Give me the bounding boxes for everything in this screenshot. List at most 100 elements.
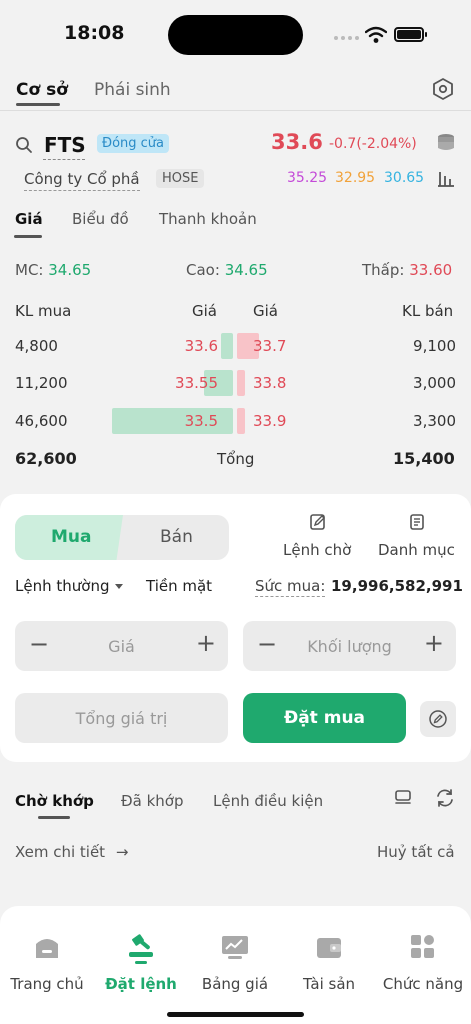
wallet-icon — [317, 938, 341, 958]
buy-price[interactable]: 33.55 — [175, 370, 218, 396]
orderbook-row: 4,800 33.6 33.7 9,100 — [0, 333, 471, 359]
nav-functions-label: Chức năng — [382, 975, 464, 993]
grid-icon — [411, 935, 434, 958]
header-sell-price: Giá — [253, 302, 278, 320]
buy-volume: 46,600 — [15, 412, 68, 430]
refresh-icon[interactable] — [434, 787, 456, 809]
current-price: 33.6 — [271, 130, 323, 154]
reference-price: 32.95 — [335, 170, 376, 186]
quick-edit-button[interactable] — [420, 701, 456, 737]
stock-symbol[interactable]: FTS — [44, 133, 86, 157]
symbol-underline — [43, 159, 85, 160]
buy-toggle-label[interactable]: Mua — [51, 527, 92, 547]
gavel-icon — [129, 934, 153, 964]
nav-place-order-label: Đặt lệnh — [105, 975, 177, 993]
high-label: Cao: — [186, 261, 220, 279]
home-icon — [36, 939, 58, 958]
sell-volume: 9,100 — [413, 337, 456, 355]
tab-indicator — [16, 103, 60, 106]
price-plus-button[interactable]: + — [196, 629, 216, 657]
price-change: -0.7(-2.04%) — [329, 136, 417, 152]
ceiling-price: 35.25 — [287, 170, 328, 186]
price-stepper[interactable]: − Giá + — [15, 621, 228, 671]
order-type-select[interactable]: Lệnh thường — [15, 577, 124, 595]
open-label: MC: — [15, 261, 44, 279]
total-buy: 62,600 — [15, 449, 77, 468]
sell-volume: 3,000 — [413, 374, 456, 392]
orderbook-row: 11,200 33.55 33.8 3,000 — [0, 370, 471, 396]
header-buy-price: Giá — [192, 302, 217, 320]
total-label: Tổng — [217, 450, 255, 468]
buy-volume: 4,800 — [15, 337, 58, 355]
pending-orders-icon[interactable] — [309, 513, 327, 531]
orders-tab-indicator — [38, 816, 70, 819]
subtab-indicator — [14, 235, 42, 238]
view-details-label: Xem chi tiết — [15, 843, 106, 861]
tab-matched[interactable]: Đã khớp — [121, 792, 183, 810]
sell-price[interactable]: 33.9 — [253, 408, 286, 434]
buying-power-label[interactable]: Sức mua: — [255, 577, 326, 597]
total-sell: 15,400 — [393, 449, 455, 468]
view-details-link[interactable]: Xem chi tiết → — [15, 843, 128, 861]
sell-toggle-label[interactable]: Bán — [160, 527, 193, 547]
bar-chart-icon[interactable] — [437, 169, 455, 187]
nav-functions[interactable]: Chức năng — [376, 906, 470, 1024]
qty-plus-button[interactable]: + — [424, 629, 444, 657]
bottom-nav: Trang chủ Đặt lệnh Bảng giá Tài sản Chức… — [0, 906, 471, 1024]
home-indicator — [167, 1012, 304, 1017]
summary-high: Cao: 34.65 — [186, 261, 268, 279]
tab-co-so[interactable]: Cơ sở — [16, 80, 68, 100]
nav-assets[interactable]: Tài sản — [282, 906, 376, 1024]
portfolio-icon[interactable] — [408, 513, 426, 531]
search-icon[interactable] — [15, 136, 33, 154]
total-value-field[interactable]: Tổng giá trị — [15, 693, 228, 743]
buy-price[interactable]: 33.5 — [185, 408, 218, 434]
sell-depth-bar — [237, 408, 246, 434]
sell-price[interactable]: 33.8 — [253, 370, 286, 396]
nav-price-board[interactable]: Bảng giá — [188, 906, 282, 1024]
sell-price[interactable]: 33.7 — [253, 333, 286, 359]
buy-volume: 11,200 — [15, 374, 68, 392]
chart-board-icon — [222, 936, 248, 959]
open-value: 34.65 — [48, 261, 92, 279]
tab-conditional[interactable]: Lệnh điều kiện — [213, 792, 323, 810]
payment-type[interactable]: Tiền mặt — [146, 577, 212, 595]
nav-price-board-label: Bảng giá — [201, 975, 269, 993]
subtab-thanh-khoan[interactable]: Thanh khoản — [159, 210, 257, 228]
tab-pending-match[interactable]: Chờ khớp — [15, 792, 94, 810]
settings-hexagon-icon[interactable] — [431, 77, 455, 101]
subtab-gia[interactable]: Giá — [15, 210, 43, 228]
nav-place-order[interactable]: Đặt lệnh — [94, 906, 188, 1024]
wifi-icon — [365, 26, 387, 43]
place-order-label: Đặt mua — [283, 708, 366, 728]
subtab-bieu-do[interactable]: Biểu đồ — [72, 210, 129, 228]
sell-depth-bar — [237, 370, 245, 396]
status-time: 18:08 — [64, 22, 125, 44]
exchange-badge: HOSE — [156, 169, 205, 188]
buy-depth-bar — [220, 333, 233, 359]
orderbook-row: 46,600 33.5 33.9 3,300 — [0, 408, 471, 434]
arrow-right-icon: → — [115, 843, 129, 861]
header-sell-vol: KL bán — [402, 302, 454, 320]
layers-icon[interactable] — [393, 788, 413, 808]
caret-down-icon — [115, 584, 124, 589]
pencil-circle-icon — [429, 710, 447, 728]
nav-home[interactable]: Trang chủ — [0, 906, 94, 1024]
low-label: Thấp: — [362, 261, 405, 279]
company-name[interactable]: Công ty Cổ phầ — [24, 170, 140, 191]
database-icon[interactable] — [436, 133, 456, 153]
quantity-stepper[interactable]: − Khối lượng + — [243, 621, 456, 671]
pending-orders-button[interactable]: Lệnh chờ — [283, 541, 351, 559]
sell-volume: 3,300 — [413, 412, 456, 430]
nav-home-label: Trang chủ — [10, 975, 84, 993]
place-buy-order-button[interactable]: Đặt mua — [243, 693, 406, 743]
cancel-all-button[interactable]: Huỷ tất cả — [377, 843, 455, 861]
total-value-placeholder: Tổng giá trị — [75, 709, 168, 728]
portfolio-button[interactable]: Danh mục — [378, 541, 455, 559]
floor-price: 30.65 — [384, 170, 425, 186]
buy-price[interactable]: 33.6 — [185, 333, 218, 359]
dynamic-island — [168, 15, 303, 55]
battery-icon — [394, 27, 424, 42]
order-type-label: Lệnh thường — [15, 577, 110, 595]
tab-phai-sinh[interactable]: Phái sinh — [94, 80, 171, 100]
